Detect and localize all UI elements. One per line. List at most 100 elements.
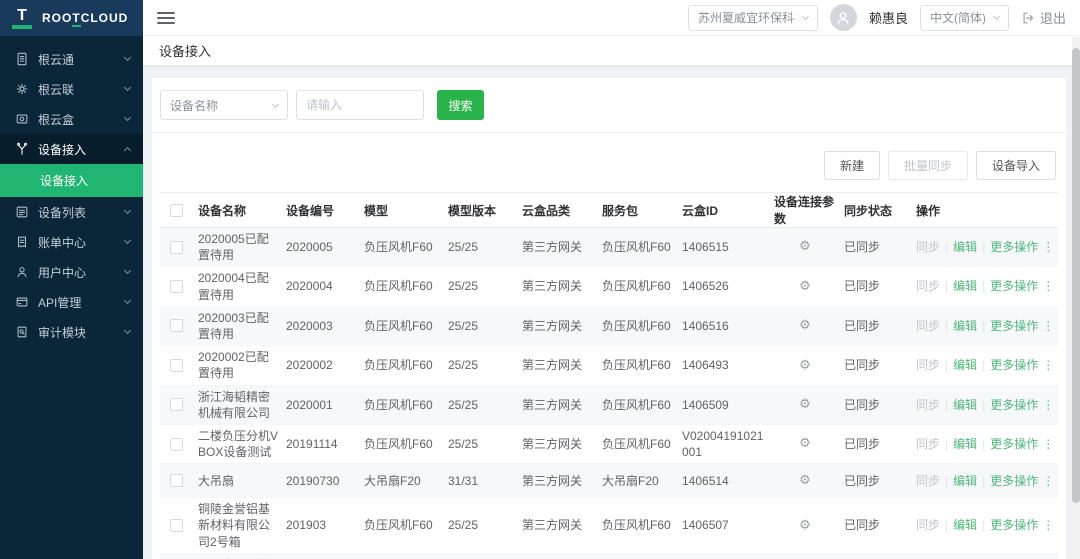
- connection-params-gear-icon[interactable]: ⚙: [799, 397, 811, 412]
- hamburger-menu-icon[interactable]: [157, 9, 175, 27]
- more-actions-dots-icon[interactable]: ⋮: [1042, 279, 1054, 293]
- more-actions-dots-icon[interactable]: ⋮: [1042, 437, 1054, 451]
- cell-service-package: 负压风机F60: [598, 346, 678, 385]
- cell-cloudbox-id: 1406493: [678, 346, 770, 385]
- cell-cloudbox-id: 1406515: [678, 228, 770, 267]
- row-checkbox[interactable]: [170, 319, 183, 332]
- cell-operations: 同步|编辑|更多操作⋮: [912, 424, 1058, 463]
- cell-operations: 同步|编辑|更多操作⋮: [912, 464, 1058, 498]
- cell-device-code: 2020004: [282, 267, 360, 306]
- connection-params-gear-icon[interactable]: ⚙: [799, 318, 811, 333]
- connection-params-gear-icon[interactable]: ⚙: [799, 518, 811, 533]
- search-button[interactable]: 搜索: [437, 90, 484, 120]
- chevron-down-icon: [993, 13, 1000, 20]
- sidebar-item-genyunhe[interactable]: 根云盒: [0, 104, 143, 134]
- col-operations: 操作: [912, 193, 1058, 228]
- breadcrumb: 设备接入: [143, 36, 1080, 66]
- more-actions-dots-icon[interactable]: ⋮: [1042, 240, 1054, 254]
- cell-cloudbox-category: 第三方网关: [518, 385, 598, 424]
- edit-action[interactable]: 编辑: [953, 240, 977, 254]
- cell-operations: 同步|编辑|更多操作⋮: [912, 385, 1058, 424]
- connection-params-gear-icon[interactable]: ⚙: [799, 436, 811, 451]
- row-checkbox[interactable]: [170, 438, 183, 451]
- topbar: 苏州夏威宜环保科技有限... 赖惠良 中文(简体) 退出: [143, 0, 1080, 36]
- more-actions-dots-icon[interactable]: ⋮: [1042, 319, 1054, 333]
- cell-model: 负压风机F60: [360, 553, 444, 559]
- sim-card-icon: [14, 52, 29, 67]
- edit-action[interactable]: 编辑: [953, 279, 977, 293]
- company-select[interactable]: 苏州夏威宜环保科技有限...: [688, 5, 818, 31]
- sidebar-menu: 根云通 根云联 根云盒 设备接入 设备接入 设备列表 账单中心: [0, 36, 143, 347]
- more-actions[interactable]: 更多操作: [990, 358, 1038, 372]
- sidebar-item-user-center[interactable]: 用户中心: [0, 257, 143, 287]
- sidebar: T ROOTCLOUD 根云通 根云联 根云盒 设备接入 设备接入: [0, 0, 143, 559]
- more-actions[interactable]: 更多操作: [990, 319, 1038, 333]
- language-select[interactable]: 中文(简体): [920, 5, 1009, 31]
- cell-sync-status: 已同步: [840, 267, 912, 306]
- sidebar-item-audit-module[interactable]: 审计模块: [0, 317, 143, 347]
- row-checkbox[interactable]: [170, 359, 183, 372]
- row-checkbox[interactable]: [170, 519, 183, 532]
- avatar[interactable]: [830, 4, 857, 31]
- logout-button[interactable]: 退出: [1021, 8, 1066, 27]
- col-device-name: 设备名称: [194, 193, 282, 228]
- breadcrumb-current: 设备接入: [159, 41, 211, 60]
- more-actions[interactable]: 更多操作: [990, 518, 1038, 532]
- col-sync-status: 同步状态: [840, 193, 912, 228]
- row-checkbox[interactable]: [170, 280, 183, 293]
- sync-action-disabled: 同步: [916, 437, 940, 451]
- edit-action[interactable]: 编辑: [953, 319, 977, 333]
- scrollbar-thumb[interactable]: [1072, 48, 1080, 503]
- edit-action[interactable]: 编辑: [953, 398, 977, 412]
- branch-icon: [14, 142, 29, 157]
- more-actions-dots-icon[interactable]: ⋮: [1042, 474, 1054, 488]
- edit-action[interactable]: 编辑: [953, 518, 977, 532]
- cell-device-code: 201902: [282, 553, 360, 559]
- cell-model-version: 25/25: [444, 424, 518, 463]
- cell-sync-status: 已同步: [840, 306, 912, 345]
- more-actions[interactable]: 更多操作: [990, 398, 1038, 412]
- more-actions-dots-icon[interactable]: ⋮: [1042, 518, 1054, 532]
- col-device-code: 设备编号: [282, 193, 360, 228]
- connection-params-gear-icon[interactable]: ⚙: [799, 279, 811, 294]
- sync-action-disabled: 同步: [916, 518, 940, 532]
- sidebar-item-api-management[interactable]: API管理: [0, 287, 143, 317]
- select-all-checkbox[interactable]: [170, 204, 183, 217]
- cell-sync-status: 已同步: [840, 346, 912, 385]
- more-actions-dots-icon[interactable]: ⋮: [1042, 398, 1054, 412]
- cell-sync-status: 已同步: [840, 498, 912, 554]
- cell-cloudbox-id: 1406507: [678, 498, 770, 554]
- search-input[interactable]: [296, 90, 424, 120]
- connection-params-gear-icon[interactable]: ⚙: [799, 239, 811, 254]
- row-checkbox[interactable]: [170, 474, 183, 487]
- row-checkbox[interactable]: [170, 398, 183, 411]
- cell-operations: 同步|编辑|更多操作⋮: [912, 498, 1058, 554]
- cell-device-name: 浙江海韬精密机械有限公司: [194, 385, 282, 424]
- edit-action[interactable]: 编辑: [953, 358, 977, 372]
- more-actions[interactable]: 更多操作: [990, 240, 1038, 254]
- sidebar-item-device-list[interactable]: 设备列表: [0, 197, 143, 227]
- edit-action[interactable]: 编辑: [953, 474, 977, 488]
- cell-device-code: 2020005: [282, 228, 360, 267]
- create-button[interactable]: 新建: [824, 151, 880, 180]
- sidebar-item-billing-center[interactable]: 账单中心: [0, 227, 143, 257]
- cell-cloudbox-category: 第三方网关: [518, 424, 598, 463]
- sidebar-subitem-device-access-active[interactable]: 设备接入: [0, 164, 143, 197]
- more-actions[interactable]: 更多操作: [990, 437, 1038, 451]
- connection-params-gear-icon[interactable]: ⚙: [799, 358, 811, 373]
- scrollbar-track[interactable]: [1072, 37, 1080, 559]
- more-actions[interactable]: 更多操作: [990, 279, 1038, 293]
- sidebar-item-genyunlian[interactable]: 根云联: [0, 74, 143, 104]
- more-actions-dots-icon[interactable]: ⋮: [1042, 358, 1054, 372]
- more-actions[interactable]: 更多操作: [990, 474, 1038, 488]
- sidebar-item-device-access[interactable]: 设备接入: [0, 134, 143, 164]
- connection-params-gear-icon[interactable]: ⚙: [799, 473, 811, 488]
- edit-action[interactable]: 编辑: [953, 437, 977, 451]
- device-import-button[interactable]: 设备导入: [976, 151, 1056, 180]
- search-field-select[interactable]: 设备名称: [160, 90, 288, 120]
- col-cloudbox-id: 云盒ID: [678, 193, 770, 228]
- sidebar-item-genyuntong[interactable]: 根云通: [0, 44, 143, 74]
- row-checkbox[interactable]: [170, 241, 183, 254]
- cell-device-name: 2020003已配置待用: [194, 306, 282, 345]
- cell-operations: 同步|编辑|更多操作⋮: [912, 306, 1058, 345]
